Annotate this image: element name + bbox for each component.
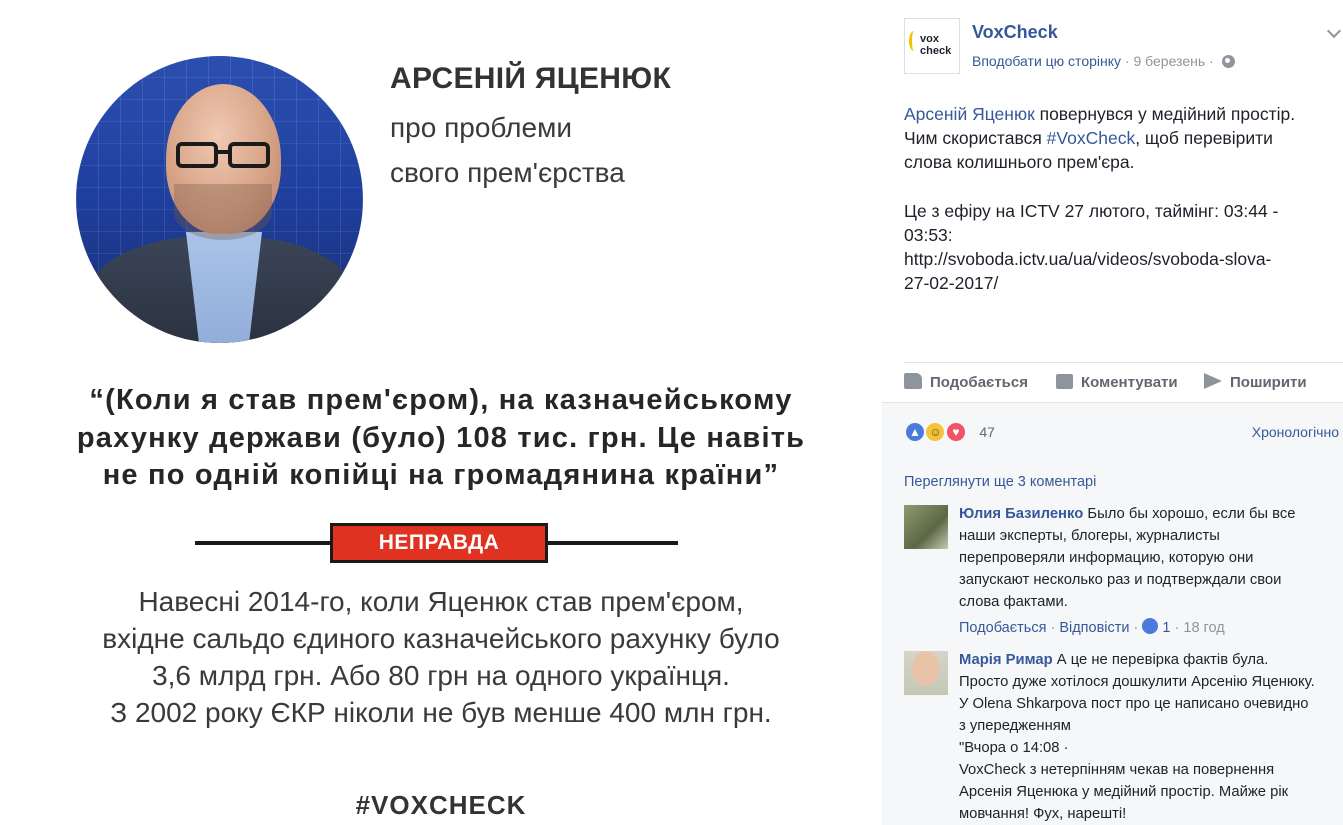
avatar[interactable]: [904, 505, 948, 549]
video-url-link[interactable]: 27-02-2017/: [904, 271, 1324, 295]
comment-like-count[interactable]: 1: [1162, 620, 1170, 636]
haha-reaction-icon: ☺: [924, 421, 947, 443]
comment-text: VoxCheck з нетерпінням чекав на повернен…: [959, 762, 1275, 778]
comment-reply-button[interactable]: Відповісти: [1059, 620, 1129, 636]
hashtag-link[interactable]: #VoxCheck: [1047, 128, 1136, 148]
speaker-subtitle-line: свого прем'єрства: [390, 157, 625, 188]
comment-text: перепроверяли информацию, которую они: [959, 550, 1254, 566]
comment-icon: [1056, 373, 1073, 389]
globe-icon: [1221, 55, 1235, 68]
reaction-count: 47: [979, 424, 995, 440]
verdict-divider: [548, 541, 678, 545]
chevron-down-icon[interactable]: [1326, 23, 1342, 39]
post-action-bar: Подобається Коментувати Поширити: [904, 364, 1343, 402]
fact-line: Навесні 2014-го, коли Яценюк став прем'є…: [138, 586, 744, 617]
comment-sort-dropdown[interactable]: Хронологічно: [1252, 424, 1339, 440]
comment-body: Юлия Базиленко Было бы хорошо, если бы в…: [959, 503, 1343, 613]
post-date[interactable]: 9 березень: [1133, 53, 1205, 69]
share-button-label: Поширити: [1230, 374, 1307, 391]
speaker-portrait: [76, 56, 363, 343]
comment-age[interactable]: 18 год: [1183, 620, 1224, 636]
comment-text: У Olena Shkarpova пост про це написано о…: [959, 696, 1309, 712]
page-avatar[interactable]: vox check: [904, 18, 960, 74]
post-text-fragment: , щоб перевірити: [1135, 128, 1273, 148]
post-side-panel: vox check VoxCheck Вподобати цю сторінку…: [882, 0, 1343, 825]
comment-body: Марія Римар А це не перевірка фактів бул…: [959, 649, 1343, 825]
post-text-line: Це з ефіру на ICTV 27 лютого, таймінг: 0…: [904, 201, 1279, 221]
comment-author-link[interactable]: Юлия Базиленко: [959, 506, 1083, 522]
mention-link[interactable]: Арсеній Яценюк: [904, 104, 1035, 124]
comment-text: "Вчора о 14:08 ·: [959, 740, 1069, 756]
speaker-name: АРСЕНІЙ ЯЦЕНЮК: [390, 62, 672, 95]
like-page-link[interactable]: Вподобати цю сторінку: [972, 53, 1121, 69]
post-text-line: 03:53:: [904, 225, 953, 245]
share-button[interactable]: Поширити: [1204, 364, 1307, 402]
fact-line: вхідне сальдо єдиного казначейського рах…: [102, 623, 780, 654]
comment-text: з упередженням: [959, 718, 1071, 734]
like-button-label: Подобається: [930, 374, 1028, 391]
page-name-link[interactable]: VoxCheck: [972, 22, 1058, 43]
hashtag-caption: #VOXCHECK: [355, 790, 527, 820]
speaker-subtitle-line: про проблеми: [390, 112, 572, 143]
quote-line: рахунку держави (було) 108 тис. грн. Це …: [76, 422, 806, 454]
post-text-line: слова колишнього прем'єра.: [904, 152, 1135, 172]
comment-text: наши эксперты, блогеры, журналисты: [959, 528, 1220, 544]
like-reaction-icon: [1142, 618, 1159, 635]
fact-line: З 2002 року ЄКР ніколи не був менше 400 …: [110, 697, 772, 728]
meta-separator: ·: [1209, 53, 1214, 69]
comment-text: запускают несколько раз и подтверждали с…: [959, 572, 1282, 588]
share-arrow-icon: [1204, 373, 1222, 390]
divider: [904, 362, 1343, 363]
quote-line: не по одній копійці на громадянина країн…: [102, 459, 780, 491]
voxcheck-logo-icon: [909, 31, 919, 51]
comment-button-label: Коментувати: [1081, 374, 1178, 391]
comment-text: Было бы хорошо, если бы все: [1083, 506, 1296, 522]
avatar-logo-text: vox check: [920, 33, 952, 57]
verdict-divider: [195, 541, 330, 545]
comment-text: слова фактами.: [959, 594, 1068, 610]
like-reaction-icon: ▲: [904, 421, 926, 443]
comment-author-link[interactable]: Марія Римар: [959, 652, 1053, 668]
comment-text: Просто дуже хотілося дошкулити Арсенію Я…: [959, 674, 1315, 690]
quote-line: “(Коли я став прем'єром), на казначейськ…: [89, 384, 793, 416]
view-more-comments-link[interactable]: Переглянути ще 3 коментарі: [904, 474, 1096, 490]
feedback-area: ▲ ☺ ♥ 47 Хронологічно Переглянути ще 3 к…: [882, 402, 1343, 825]
comment-text: мовчання! Фух, нарешті!: [959, 806, 1127, 822]
fact-line: 3,6 млрд грн. Або 80 грн на одного украї…: [152, 660, 730, 691]
reactions-summary[interactable]: ▲ ☺ ♥ 47: [904, 421, 995, 445]
post-text-line: Чим скористався #VoxCheck, щоб перевірит…: [904, 126, 1324, 150]
verdict-badge: НЕПРАВДА: [330, 523, 548, 563]
post-text-fragment: повернувся у медійний простір.: [1034, 104, 1296, 124]
comment-like-button[interactable]: Подобається: [959, 620, 1046, 636]
avatar[interactable]: [904, 651, 948, 695]
like-button[interactable]: Подобається: [904, 364, 1028, 402]
love-reaction-icon: ♥: [944, 421, 967, 443]
video-url-link[interactable]: http://svoboda.ictv.ua/ua/videos/svoboda…: [904, 247, 1324, 271]
post-text-fragment: Чим скористався: [904, 128, 1047, 148]
comment-text: Арсенія Яценюка у медійний простір. Майж…: [959, 784, 1289, 800]
post-image[interactable]: АРСЕНІЙ ЯЦЕНЮК про проблеми свого прем'є…: [0, 0, 882, 825]
thumbs-up-icon: [904, 373, 922, 390]
post-meta: Вподобати цю сторінку · 9 березень ·: [972, 53, 1235, 69]
comment-text: А це не перевірка фактів була.: [1052, 652, 1269, 668]
post-text-line: Арсеній Яценюк повернувся у медійний про…: [904, 102, 1324, 126]
meta-separator: ·: [1124, 53, 1130, 69]
comment-actions: Подобається · Відповісти · 1 · 18 год: [959, 618, 1225, 636]
